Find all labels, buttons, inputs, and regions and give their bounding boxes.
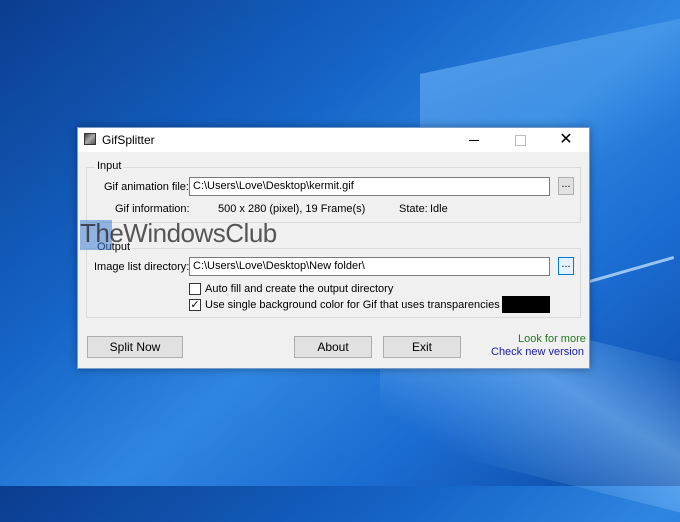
- autofill-checkbox[interactable]: [189, 283, 201, 295]
- state-label: State:: [399, 203, 428, 215]
- app-icon: [84, 133, 96, 145]
- gif-info-value: 500 x 280 (pixel), 19 Frame(s): [218, 203, 366, 215]
- split-now-button[interactable]: Split Now: [87, 336, 183, 358]
- gif-file-label: Gif animation file:: [104, 181, 189, 193]
- maximize-button[interactable]: [497, 128, 543, 152]
- output-dir-label: Image list directory:: [94, 261, 190, 273]
- checkmark-icon: ✓: [190, 299, 200, 311]
- gif-info-label: Gif information:: [115, 203, 190, 215]
- title-bar[interactable]: GifSplitter ✕: [78, 128, 589, 152]
- input-group-label: Input: [95, 160, 124, 172]
- look-for-more-link[interactable]: Look for more: [518, 333, 586, 345]
- single-bg-checkbox[interactable]: ✓: [189, 299, 201, 311]
- minimize-button[interactable]: [451, 128, 497, 152]
- state-value: Idle: [430, 203, 448, 215]
- output-dir-input[interactable]: C:\Users\Love\Desktop\New folder\: [189, 257, 550, 276]
- gif-browse-button[interactable]: ...: [558, 177, 574, 195]
- bg-color-swatch[interactable]: [502, 296, 550, 313]
- autofill-label: Auto fill and create the output director…: [205, 283, 394, 295]
- output-browse-button[interactable]: ...: [558, 257, 574, 275]
- single-bg-label: Use single background color for Gif that…: [205, 299, 500, 311]
- close-icon: ✕: [559, 131, 573, 148]
- check-new-version-link[interactable]: Check new version: [491, 346, 584, 358]
- exit-button[interactable]: Exit: [383, 336, 461, 358]
- minimize-icon: [469, 140, 479, 141]
- gif-file-input[interactable]: C:\Users\Love\Desktop\kermit.gif: [189, 177, 550, 196]
- window-title: GifSplitter: [102, 133, 155, 147]
- maximize-icon: [515, 135, 526, 146]
- about-button[interactable]: About: [294, 336, 372, 358]
- close-button[interactable]: ✕: [543, 128, 589, 152]
- watermark-text: TheWindowsClub: [80, 218, 277, 248]
